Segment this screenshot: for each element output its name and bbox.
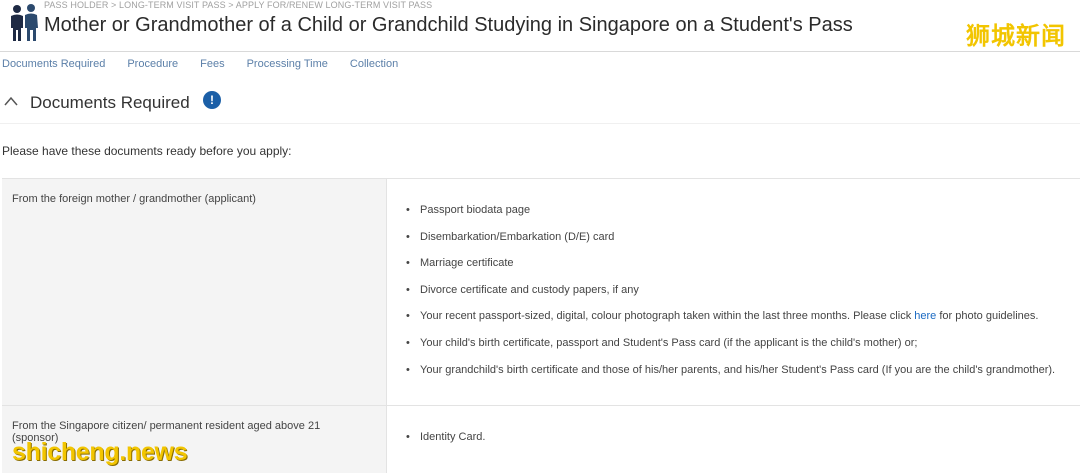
people-icon (11, 4, 38, 41)
documents-table: From the foreign mother / grandmother (a… (2, 178, 1080, 473)
tab-collection[interactable]: Collection (350, 58, 398, 72)
list-item-photo: Your recent passport-sized, digital, col… (406, 309, 1055, 336)
breadcrumb[interactable]: PASS HOLDER > LONG-TERM VISIT PASS > APP… (44, 0, 432, 10)
row-docs-cell: Passport biodata page Disembarkation/Emb… (388, 179, 1080, 405)
applicant-label: From the foreign mother / grandmother (a… (12, 193, 256, 205)
photo-guidelines-link[interactable]: here (914, 310, 936, 322)
list-item: Divorce certificate and custody papers, … (406, 283, 1055, 310)
list-item: Passport biodata page (406, 203, 1055, 230)
watermark-chinese: 狮城新闻 (966, 22, 1066, 50)
list-item: Marriage certificate (406, 256, 1055, 283)
page-title: Mother or Grandmother of a Child or Gran… (44, 14, 853, 36)
documents-required-header[interactable]: Documents Required ! (0, 88, 1080, 124)
intro-text: Please have these documents ready before… (2, 144, 292, 158)
list-item: Your child's birth certificate, passport… (406, 336, 1055, 363)
list-item: Your grandchild's birth certificate and … (406, 363, 1055, 390)
photo-text-after: for photo guidelines. (936, 310, 1039, 323)
info-icon[interactable]: ! (203, 91, 221, 109)
section-title: Documents Required (30, 93, 190, 112)
sponsor-document-list: Identity Card. (406, 430, 485, 457)
tab-procedure[interactable]: Procedure (127, 58, 178, 72)
tab-processing-time[interactable]: Processing Time (247, 58, 328, 72)
row-label-cell: From the foreign mother / grandmother (a… (2, 179, 387, 405)
watermark-english: shicheng.news (12, 438, 188, 466)
table-row: From the foreign mother / grandmother (a… (2, 178, 1080, 405)
chevron-up-icon[interactable] (4, 96, 18, 106)
tab-documents-required[interactable]: Documents Required (2, 58, 105, 72)
row-docs-cell: Identity Card. (388, 406, 1080, 473)
section-tabs: Documents Required Procedure Fees Proces… (2, 58, 420, 72)
applicant-document-list: Passport biodata page Disembarkation/Emb… (406, 203, 1055, 389)
photo-text-before: Your recent passport-sized, digital, col… (420, 310, 915, 323)
tab-fees[interactable]: Fees (200, 58, 224, 72)
page-header: PASS HOLDER > LONG-TERM VISIT PASS > APP… (0, 0, 1080, 52)
list-item: Identity Card. (406, 430, 485, 457)
list-item: Disembarkation/Embarkation (D/E) card (406, 230, 1055, 257)
